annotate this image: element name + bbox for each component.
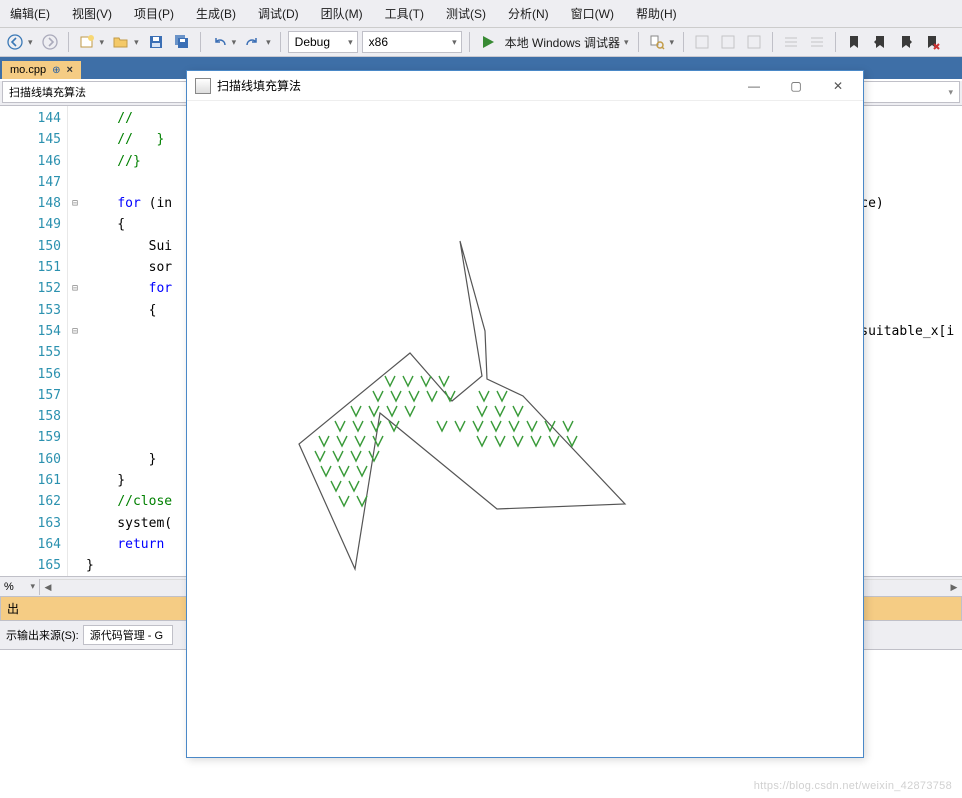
popup-window: 扫描线填充算法 — ▢ ✕ [ {"y":275,"x0":198,"x1":2 [186,70,864,758]
toolbar-separator [835,32,836,52]
popup-titlebar[interactable]: 扫描线填充算法 — ▢ ✕ [187,71,863,101]
menu-e[interactable]: 编辑(E) [2,2,58,25]
close-button[interactable]: ✕ [817,72,859,100]
line-gutter: 1441451461471481491501511521531541551561… [0,106,68,576]
find-drop[interactable]: ▾ [670,37,675,48]
chevron-down-icon: ▾ [30,581,35,592]
bookmark-next-button[interactable] [895,31,917,53]
step-into-button [691,31,713,53]
breadcrumb-scope: 扫描线填充算法 [9,84,86,100]
code-right-overflow: ce) suitable_x[i [860,108,962,577]
new-project-button[interactable] [76,31,98,53]
nav-back-drop[interactable]: ▾ [28,37,33,48]
render-canvas: [ {"y":275,"x0":198,"x1":258}, {"y":290,… [187,101,863,757]
save-button[interactable] [145,31,167,53]
config-select[interactable]: Debug [288,31,358,53]
menu-w[interactable]: 窗口(W) [563,2,622,25]
redo-button[interactable] [242,31,264,53]
step-out-button [743,31,765,53]
maximize-button[interactable]: ▢ [775,72,817,100]
menu-p[interactable]: 项目(P) [126,2,182,25]
toolbar-separator [683,32,684,52]
toolbar-separator [469,32,470,52]
uncomment-button [806,31,828,53]
menu-n[interactable]: 分析(N) [500,2,557,25]
pin-icon[interactable]: ⊕ [52,65,60,76]
new-project-drop[interactable]: ▾ [100,37,105,48]
nav-back-button[interactable] [4,31,26,53]
main-toolbar: ▾ ▾ ▾ ▾ ▾ Debug x86 本地 Windows 调试器 ▾ ▾ [0,28,962,57]
minimize-button[interactable]: — [733,72,775,100]
undo-drop[interactable]: ▾ [232,37,237,48]
fold-column[interactable]: ⊟⊟⊟ [68,106,82,576]
watermark: https://blog.csdn.net/weixin_42873758 [754,780,952,792]
platform-select[interactable]: x86 [362,31,462,53]
toolbar-separator [280,32,281,52]
nav-fwd-button[interactable] [39,31,61,53]
tab-filename: mo.cpp [10,64,46,76]
app-icon [195,78,211,94]
find-button[interactable] [646,31,668,53]
menu-v[interactable]: 视图(V) [64,2,120,25]
chevron-down-icon: ▾ [948,87,953,98]
close-icon[interactable]: × [66,64,72,76]
menu-b[interactable]: 生成(B) [188,2,244,25]
output-source-label: 示输出来源(S): [6,627,79,643]
output-source-select[interactable]: 源代码管理 - G [83,625,173,645]
start-debug-button[interactable] [477,31,499,53]
tab-active[interactable]: mo.cpp ⊕ × [2,61,81,79]
bookmark-prev-button[interactable] [869,31,891,53]
menu-t[interactable]: 工具(T) [377,2,432,25]
menu-m[interactable]: 团队(M) [313,2,371,25]
open-button[interactable] [110,31,132,53]
menubar: 编辑(E) 视图(V) 项目(P) 生成(B) 调试(D) 团队(M) 工具(T) 测试(S)… [0,0,962,28]
debugger-label[interactable]: 本地 Windows 调试器 [503,34,622,51]
toolbar-separator [638,32,639,52]
toolbar-separator [772,32,773,52]
scroll-left-icon[interactable]: ◀ [40,579,56,595]
toolbar-separator [200,32,201,52]
undo-button[interactable] [208,31,230,53]
redo-drop[interactable]: ▾ [266,37,271,48]
zoom-box[interactable]: %▾ [0,579,40,595]
comment-button [780,31,802,53]
save-all-button[interactable] [171,31,193,53]
bookmark-button[interactable] [843,31,865,53]
popup-title: 扫描线填充算法 [217,77,301,94]
menu-s[interactable]: 测试(S) [438,2,494,25]
scroll-right-icon[interactable]: ▶ [946,579,962,595]
open-drop[interactable]: ▾ [134,37,139,48]
debugger-drop[interactable]: ▾ [624,37,629,48]
step-over-button [717,31,739,53]
toolbar-separator [68,32,69,52]
menu-h[interactable]: 帮助(H) [628,2,685,25]
bookmark-clear-button[interactable] [921,31,943,53]
menu-d[interactable]: 调试(D) [250,2,307,25]
zoom-value: % [4,581,14,593]
